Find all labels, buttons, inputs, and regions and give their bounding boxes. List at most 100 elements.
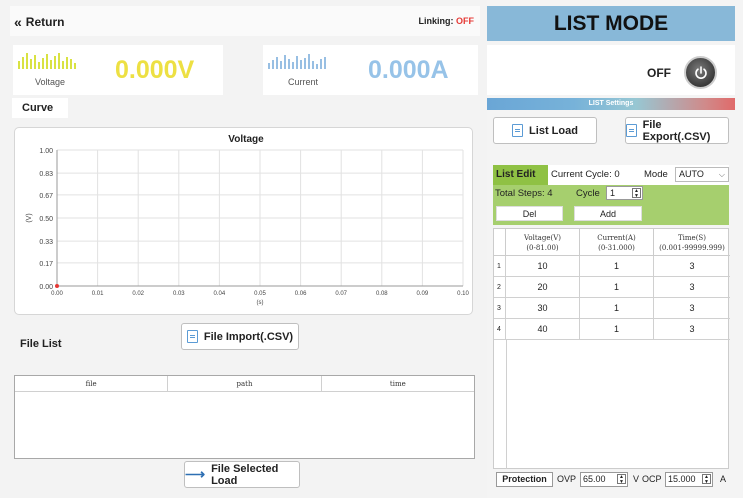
current-bars-icon [268, 53, 326, 69]
protection-button[interactable]: Protection [496, 472, 553, 487]
arrow-right-icon: ⟶ [185, 466, 206, 482]
time-header-line2: (0.001-99999.999) [659, 244, 725, 252]
x-tick-label: 0.06 [295, 291, 307, 297]
table-row[interactable]: 2 20 1 3 [494, 277, 730, 298]
top-bar: « Return Linking: OFF [10, 6, 480, 36]
ovp-unit: V [633, 474, 640, 484]
y-tick-label: 0.50 [39, 216, 53, 223]
mode-select[interactable]: AUTO ⌵ [675, 167, 729, 182]
y-axis-label: (V) [26, 213, 33, 222]
ocp-value: 15.000 [668, 474, 696, 484]
x-tick-label: 0.03 [173, 291, 185, 297]
current-cell[interactable]: 1 [580, 256, 654, 277]
voltage-bars-icon [18, 53, 76, 69]
list-steps-table[interactable]: Voltage(V) (0-81.00) Current(A) (0-31.00… [493, 228, 730, 469]
voltage-value: 0.000V [115, 56, 195, 84]
file-export-label: File Export(.CSV) [642, 118, 711, 143]
spin-arrows-icon[interactable]: ▲ ▼ [702, 474, 711, 485]
voltage-cell[interactable]: 10 [506, 256, 580, 277]
double-chevron-left-icon: « [14, 14, 22, 30]
column-header-time[interactable]: time [322, 376, 474, 391]
file-selected-load-label: File Selected Load [211, 462, 279, 487]
file-list-title: File List [20, 338, 62, 350]
power-button[interactable] [684, 56, 717, 89]
y-tick-label: 0.00 [39, 284, 53, 291]
time-cell[interactable]: 3 [654, 277, 730, 298]
ovp-spinbox[interactable]: 65.00 ▲ ▼ [580, 472, 628, 487]
mode-label: Mode [644, 169, 668, 180]
column-header-path[interactable]: path [168, 376, 322, 391]
current-column-header[interactable]: Current(A) (0-31.000) [580, 229, 654, 256]
row-index: 1 [494, 256, 506, 277]
row-index: 3 [494, 298, 506, 319]
index-column-header [494, 229, 506, 256]
voltage-header-line2: (0-81.00) [526, 244, 559, 252]
x-tick-label: 0.10 [457, 291, 469, 297]
file-export-button[interactable]: File Export(.CSV) [625, 117, 729, 144]
y-tick-label: 0.17 [39, 261, 53, 268]
time-cell[interactable]: 3 [654, 256, 730, 277]
file-selected-load-button[interactable]: ⟶ File Selected Load [184, 461, 300, 488]
return-button[interactable]: « Return [14, 14, 64, 30]
ovp-label: OVP [557, 474, 577, 484]
chevron-down-icon: ⌵ [718, 170, 725, 179]
time-cell[interactable]: 3 [654, 319, 730, 340]
file-list-table[interactable]: file path time [14, 375, 475, 459]
cycle-label: Cycle [576, 188, 600, 199]
x-tick-label: 0.02 [132, 291, 144, 297]
spin-arrows-icon[interactable]: ▲ ▼ [632, 188, 641, 199]
x-tick-label: 0.08 [376, 291, 388, 297]
total-steps-text: Total Steps: 4 [495, 188, 553, 199]
voltage-cell[interactable]: 20 [506, 277, 580, 298]
document-icon [626, 124, 637, 137]
current-cell[interactable]: 1 [580, 298, 654, 319]
list-edit-tab[interactable]: List Edit [493, 165, 548, 185]
x-tick-label: 0.04 [214, 291, 226, 297]
time-header-line1: Time(S) [678, 234, 706, 242]
linking-status: OFF [456, 16, 474, 26]
list-load-label: List Load [529, 124, 578, 137]
monitor-panel: « Return Linking: OFF Voltage 0.000V Cur… [0, 0, 487, 498]
y-tick-label: 0.67 [39, 193, 53, 200]
current-header-line2: (0-31.000) [598, 244, 635, 252]
curve-section-title: Curve [22, 102, 54, 114]
file-import-label: File Import(.CSV) [203, 330, 294, 343]
row-index: 2 [494, 277, 506, 298]
y-tick-label: 0.83 [39, 171, 53, 178]
voltage-cell[interactable]: 30 [506, 298, 580, 319]
current-meter: Current 0.000A [263, 45, 478, 95]
voltage-label: Voltage [35, 77, 66, 87]
file-import-button[interactable]: File Import(.CSV) [181, 323, 299, 350]
voltage-meter: Voltage 0.000V [13, 45, 223, 95]
list-load-button[interactable]: List Load [493, 117, 597, 144]
voltage-chart: Voltage 1.00 0.83 0.67 0.50 0.33 0.17 0.00 0.00 0… [14, 127, 473, 315]
file-list-header: file path time [15, 376, 474, 392]
add-step-button[interactable]: Add [574, 206, 642, 221]
time-cell[interactable]: 3 [654, 298, 730, 319]
cycle-spinbox[interactable]: 1 ▲ ▼ [606, 186, 643, 200]
x-tick-label: 0.09 [417, 291, 429, 297]
time-column-header[interactable]: Time(S) (0.001-99999.999) [654, 229, 730, 256]
x-tick-label: 0.01 [92, 291, 104, 297]
ocp-spinbox[interactable]: 15.000 ▲ ▼ [665, 472, 713, 487]
voltage-cell[interactable]: 40 [506, 319, 580, 340]
spin-arrows-icon[interactable]: ▲ ▼ [617, 474, 626, 485]
steps-table-header: Voltage(V) (0-81.00) Current(A) (0-31.00… [494, 229, 730, 256]
chart-title: Voltage [228, 134, 264, 145]
app-window: « Return Linking: OFF Voltage 0.000V Cur… [0, 0, 743, 498]
document-icon [512, 124, 524, 137]
index-column-divider [506, 340, 507, 469]
x-tick-label: 0.00 [51, 291, 63, 297]
ocp-label: OCP [642, 474, 662, 484]
power-icon [694, 65, 707, 79]
current-cell[interactable]: 1 [580, 277, 654, 298]
delete-step-button[interactable]: Del [496, 206, 563, 221]
y-tick-label: 0.33 [39, 239, 53, 246]
current-label: Current [288, 77, 319, 87]
voltage-column-header[interactable]: Voltage(V) (0-81.00) [506, 229, 580, 256]
table-row[interactable]: 4 40 1 3 [494, 319, 730, 340]
table-row[interactable]: 1 10 1 3 [494, 256, 730, 277]
column-header-file[interactable]: file [15, 376, 169, 391]
table-row[interactable]: 3 30 1 3 [494, 298, 730, 319]
current-cell[interactable]: 1 [580, 319, 654, 340]
